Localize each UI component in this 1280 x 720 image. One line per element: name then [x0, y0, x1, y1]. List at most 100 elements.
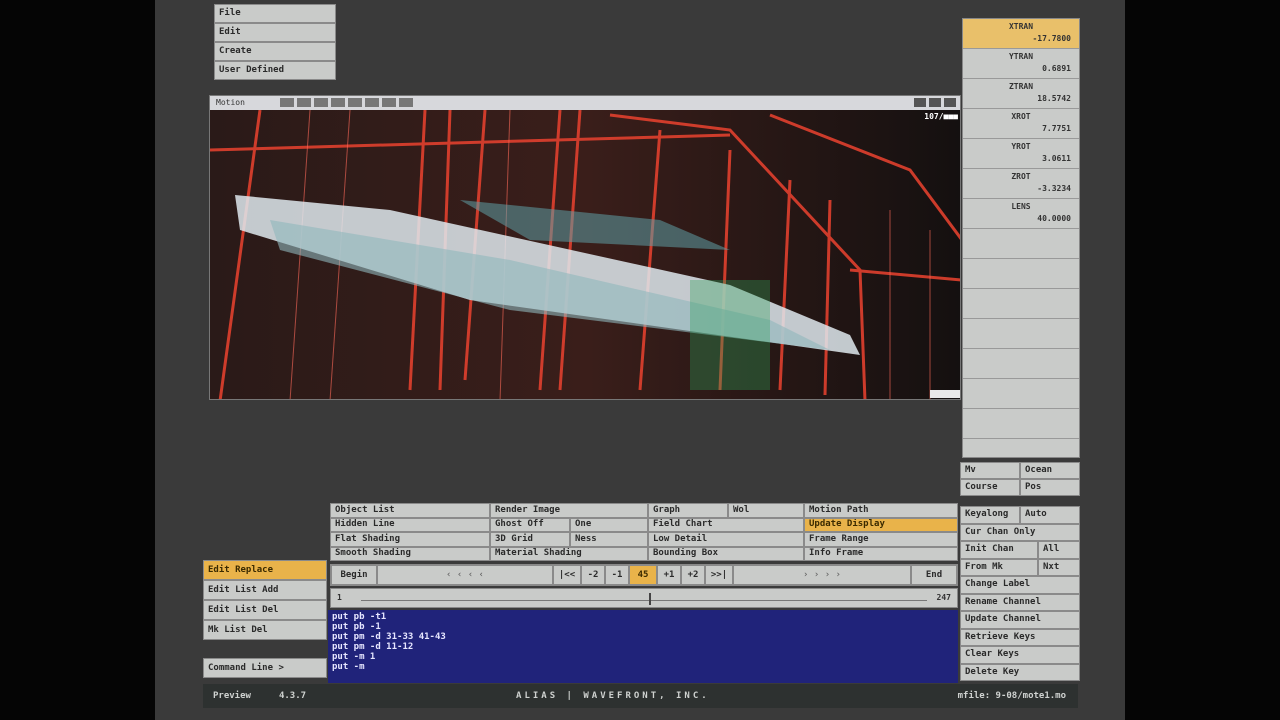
low-detail-button[interactable]: Low Detail [648, 532, 804, 547]
channel-field[interactable]: XROT 7.7751 [963, 109, 1079, 139]
minimize-icon[interactable] [914, 98, 926, 107]
tool-icon[interactable] [382, 98, 396, 107]
edit-list-add-button[interactable]: Edit List Add [203, 580, 327, 600]
empty-channel-slot[interactable] [963, 409, 1079, 439]
end-button[interactable]: End [911, 565, 957, 585]
ness-button[interactable]: Ness [570, 532, 648, 547]
channel-label: ZROT [1011, 172, 1031, 181]
menu-user-defined[interactable]: User Defined [214, 61, 336, 80]
hidden-line-button[interactable]: Hidden Line [330, 517, 490, 532]
viewport-title: Motion [216, 98, 245, 107]
channel-field[interactable]: XTRAN -17.7800 [963, 19, 1079, 49]
channel-field[interactable]: YROT 3.0611 [963, 139, 1079, 169]
bounding-box-button[interactable]: Bounding Box [648, 546, 804, 561]
empty-channel-slot[interactable] [963, 379, 1079, 409]
rename-channel-button[interactable]: Rename Channel [960, 593, 1080, 611]
material-shading-button[interactable]: Material Shading [490, 546, 648, 561]
channel-field[interactable]: YTRAN 0.6891 [963, 49, 1079, 79]
monitor-bezel-left [0, 0, 155, 720]
tool-icon[interactable] [331, 98, 345, 107]
slider-handle[interactable] [649, 593, 651, 605]
maximize-icon[interactable] [929, 98, 941, 107]
channel-value[interactable]: 7.7751 [1042, 124, 1071, 133]
transport-scroll-right[interactable]: › › › › [733, 565, 911, 585]
channel-value[interactable]: 18.5742 [1037, 94, 1071, 103]
tool-icon[interactable] [314, 98, 328, 107]
close-icon[interactable] [944, 98, 956, 107]
object-list-button[interactable]: Object List [330, 503, 490, 518]
begin-button[interactable]: Begin [331, 565, 377, 585]
command-output[interactable]: put pb -t1 put pb -1 put pm -d 31-33 41-… [328, 610, 958, 683]
step-minus-2-button[interactable]: -2 [581, 565, 605, 585]
keyalong-button[interactable]: Keyalong [960, 506, 1020, 524]
transport-scroll-left[interactable]: ‹ ‹ ‹ ‹ [377, 565, 553, 585]
edit-list-del-button[interactable]: Edit List Del [203, 600, 327, 620]
empty-channel-slot[interactable] [963, 229, 1079, 259]
update-channel-button[interactable]: Update Channel [960, 611, 1080, 629]
empty-channel-slot[interactable] [963, 319, 1079, 349]
all-button[interactable]: All [1038, 541, 1080, 559]
company-name: ALIAS | WAVEFRONT, INC. [516, 691, 710, 701]
command-line: put pb -1 [332, 622, 381, 632]
step-plus-1-button[interactable]: +1 [657, 565, 681, 585]
frame-range-button[interactable]: Frame Range [804, 532, 958, 547]
smooth-shading-button[interactable]: Smooth Shading [330, 546, 490, 561]
channel-field[interactable]: LENS 40.0000 [963, 199, 1079, 229]
delete-key-button[interactable]: Delete Key [960, 663, 1080, 681]
3d-grid-button[interactable]: 3D Grid [490, 532, 570, 547]
info-frame-button[interactable]: Info Frame [804, 546, 958, 561]
graph-button[interactable]: Graph [648, 503, 728, 518]
tool-icon[interactable] [399, 98, 413, 107]
retrieve-keys-button[interactable]: Retrieve Keys [960, 628, 1080, 646]
nxt-button[interactable]: Nxt [1038, 558, 1080, 576]
from-mk-button[interactable]: From Mk [960, 558, 1038, 576]
channel-value[interactable]: -17.7800 [1032, 34, 1071, 43]
frame-slider[interactable]: 1 247 [330, 588, 958, 608]
3d-viewport[interactable]: Motion 107/■■■ [209, 95, 961, 400]
tool-icon[interactable] [297, 98, 311, 107]
empty-channel-slot[interactable] [963, 259, 1079, 289]
mode-mv[interactable]: Mv [960, 462, 1020, 479]
channel-value[interactable]: -3.3234 [1037, 184, 1071, 193]
empty-channel-slot[interactable] [963, 349, 1079, 379]
field-chart-button[interactable]: Field Chart [648, 517, 804, 532]
app-version: 4.3.7 [278, 691, 307, 701]
channel-label: YROT [1011, 142, 1031, 151]
step-plus-2-button[interactable]: +2 [681, 565, 705, 585]
channel-field[interactable]: ZROT -3.3234 [963, 169, 1079, 199]
ghost-one-button[interactable]: One [570, 517, 648, 532]
current-frame-button[interactable]: 45 [629, 565, 657, 585]
channel-value[interactable]: 40.0000 [1037, 214, 1071, 223]
jump-start-button[interactable]: |<< [553, 565, 581, 585]
init-chan-button[interactable]: Init Chan [960, 541, 1038, 559]
flat-shading-button[interactable]: Flat Shading [330, 532, 490, 547]
mode-ocean[interactable]: Ocean [1020, 462, 1080, 479]
ghost-off-button[interactable]: Ghost Off [490, 517, 570, 532]
menu-file[interactable]: File [214, 4, 336, 23]
update-display-button[interactable]: Update Display [804, 517, 958, 532]
cur-chan-only-button[interactable]: Cur Chan Only [960, 523, 1080, 541]
jump-end-button[interactable]: >>| [705, 565, 733, 585]
mode-pos[interactable]: Pos [1020, 479, 1080, 496]
motion-path-button[interactable]: Motion Path [804, 503, 958, 518]
change-label-button[interactable]: Change Label [960, 576, 1080, 594]
tool-icon[interactable] [365, 98, 379, 107]
channel-value[interactable]: 3.0611 [1042, 154, 1071, 163]
app-name: Preview [213, 691, 251, 701]
step-minus-1-button[interactable]: -1 [605, 565, 629, 585]
menu-create[interactable]: Create [214, 42, 336, 61]
tool-icon[interactable] [280, 98, 294, 107]
render-image-button[interactable]: Render Image [490, 503, 648, 518]
empty-channel-slot[interactable] [963, 289, 1079, 319]
mode-course[interactable]: Course [960, 479, 1020, 496]
menu-edit[interactable]: Edit [214, 23, 336, 42]
auto-button[interactable]: Auto [1020, 506, 1080, 524]
channel-value[interactable]: 0.6891 [1042, 64, 1071, 73]
clear-keys-button[interactable]: Clear Keys [960, 646, 1080, 664]
edit-replace-button[interactable]: Edit Replace [203, 560, 327, 580]
tool-icon[interactable] [348, 98, 362, 107]
wol-button[interactable]: Wol [728, 503, 804, 518]
channel-field[interactable]: ZTRAN 18.5742 [963, 79, 1079, 109]
mk-list-del-button[interactable]: Mk List Del [203, 620, 327, 640]
mode-panel: Mv Ocean Course Pos [960, 462, 1080, 496]
